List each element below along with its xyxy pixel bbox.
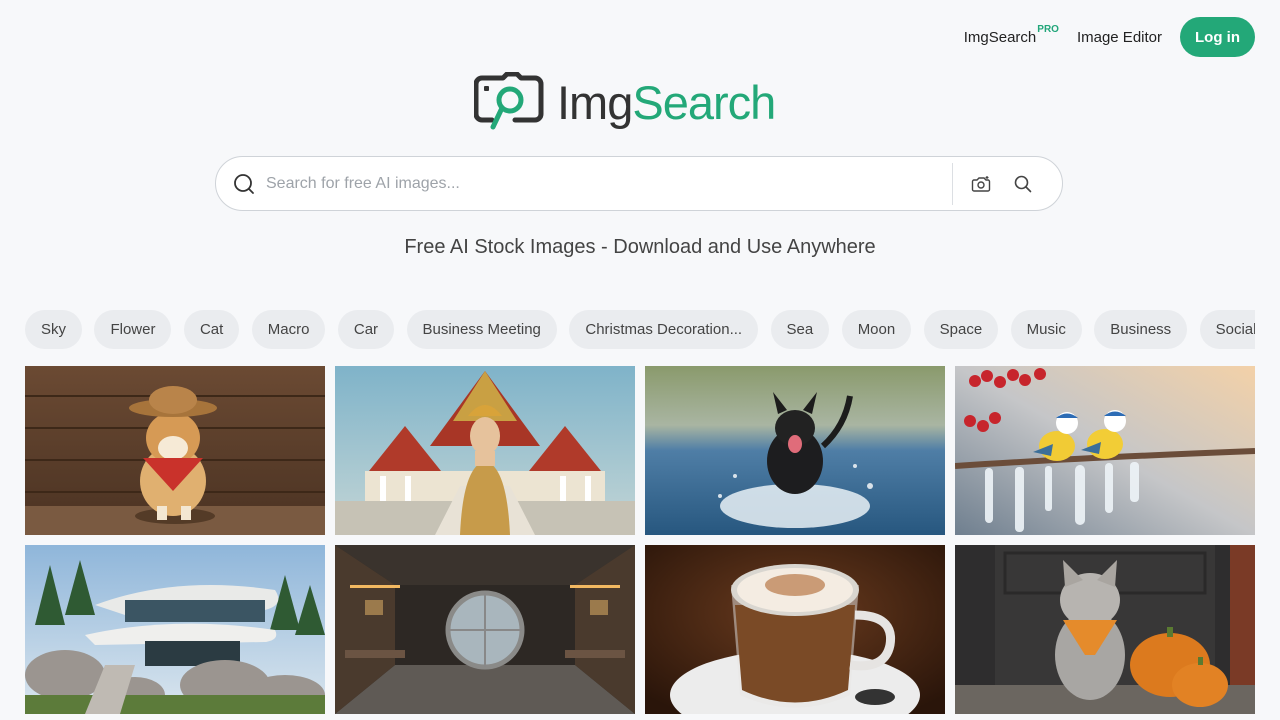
login-button[interactable]: Log in [1180, 17, 1255, 57]
category-chip[interactable]: Moon [841, 310, 912, 349]
search-input[interactable] [264, 173, 948, 194]
image-gallery [25, 366, 1255, 714]
category-chip[interactable]: Business [1094, 310, 1188, 349]
category-chip[interactable]: Macro [251, 310, 326, 349]
logo-wordmark: ImgSearch [557, 75, 776, 129]
camera-magnifier-icon [474, 72, 544, 130]
camera-search-icon[interactable] [967, 170, 995, 198]
image-thumbnail[interactable] [645, 545, 945, 714]
site-logo[interactable]: ImgSearch [474, 72, 776, 132]
image-thumbnail[interactable] [955, 545, 1255, 714]
imgsearch-pro-link[interactable]: ImgSearch PRO [963, 24, 1059, 46]
category-chip[interactable]: Car [337, 310, 395, 349]
logo-text-search: Search [632, 75, 776, 129]
category-chip[interactable]: Cat [183, 310, 240, 349]
imgsearch-pro-label: ImgSearch [963, 28, 1037, 46]
category-chip[interactable]: Sky [25, 310, 83, 349]
image-thumbnail[interactable] [955, 366, 1255, 535]
logo-text-img: Img [557, 75, 633, 129]
category-chip[interactable]: Business Meeting [406, 310, 557, 349]
category-chip[interactable]: Flower [94, 310, 172, 349]
category-chip[interactable]: Christmas Decoration... [569, 310, 759, 349]
search-icon [232, 172, 256, 196]
image-thumbnail[interactable] [25, 366, 325, 535]
pro-badge: PRO [1037, 23, 1059, 35]
top-navigation: ImgSearch PRO Image Editor Log in [964, 17, 1255, 57]
image-thumbnail[interactable] [335, 366, 635, 535]
category-chips: Sky Flower Cat Macro Car Business Meetin… [25, 310, 1255, 350]
search-submit-icon[interactable] [1009, 170, 1037, 198]
image-thumbnail[interactable] [645, 366, 945, 535]
image-thumbnail[interactable] [25, 545, 325, 714]
search-divider [952, 162, 953, 205]
image-thumbnail[interactable] [335, 545, 635, 714]
search-bar [215, 156, 1063, 211]
category-chip[interactable]: Space [923, 310, 999, 349]
category-chip[interactable]: Music [1010, 310, 1082, 349]
category-chip[interactable]: Social Me [1199, 310, 1255, 349]
page-subtitle: Free AI Stock Images - Download and Use … [404, 236, 876, 258]
image-editor-link[interactable]: Image Editor [1077, 29, 1162, 46]
category-chip[interactable]: Sea [770, 310, 830, 349]
